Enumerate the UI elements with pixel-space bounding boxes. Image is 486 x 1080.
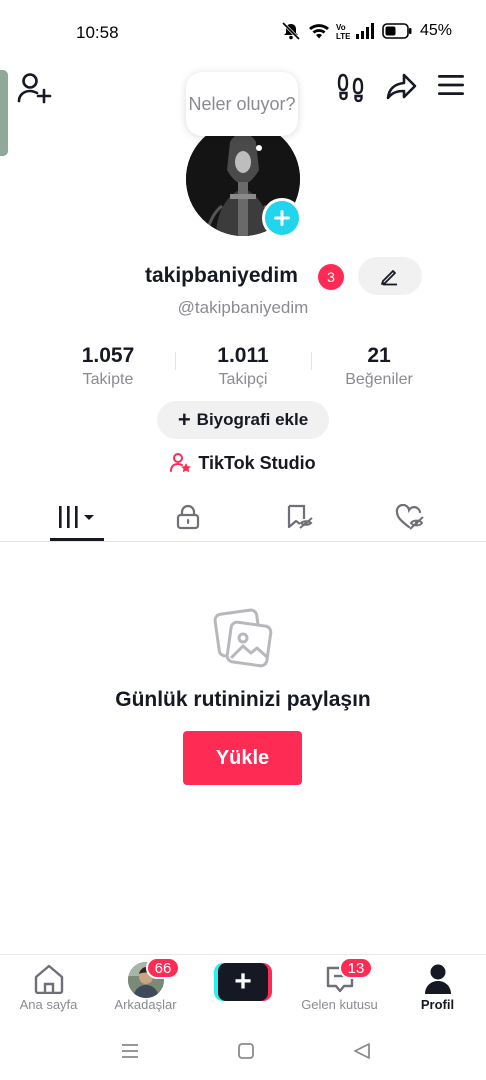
- tab-favorites[interactable]: [259, 494, 339, 540]
- stat-value: 21: [367, 344, 391, 367]
- create-button[interactable]: +: [214, 963, 272, 1001]
- note-bubble-text: Neler oluyor?: [188, 94, 296, 114]
- photos-icon: [211, 606, 275, 670]
- stat-label: Takipçi: [218, 371, 268, 388]
- pencil-icon: [381, 270, 397, 286]
- nav-label: Profil: [420, 997, 455, 1012]
- stat-divider: [311, 352, 312, 370]
- tab-videos[interactable]: [38, 494, 118, 540]
- studio-label: TikTok Studio: [198, 452, 316, 473]
- stat-following[interactable]: 1.057 Takipte: [48, 344, 168, 389]
- stat-followers[interactable]: 1.011 Takipçi: [183, 344, 303, 389]
- home-icon: [30, 963, 67, 995]
- battery-icon: [382, 23, 412, 39]
- status-bar: 10:58 Vo LTE 45%: [0, 0, 486, 62]
- add-avatar-button[interactable]: [262, 198, 302, 238]
- stat-divider: [175, 352, 176, 370]
- footprint-icon[interactable]: [333, 70, 369, 104]
- battery-percent: 45%: [419, 22, 452, 39]
- tiktok-studio-link[interactable]: TikTok Studio: [0, 450, 486, 476]
- status-icons: Vo LTE 45%: [280, 22, 452, 40]
- lock-icon: [176, 504, 200, 530]
- svg-text:LTE: LTE: [336, 32, 350, 40]
- svg-text:Vo: Vo: [336, 23, 346, 32]
- stat-value: 1.057: [81, 344, 135, 367]
- nav-profile[interactable]: Profil: [389, 955, 486, 1021]
- notification-badge[interactable]: 3: [318, 264, 344, 290]
- favorites-icon: [287, 504, 313, 529]
- nav-home[interactable]: Ana sayfa: [0, 955, 97, 1021]
- edge-panel-handle[interactable]: [0, 70, 8, 156]
- tab-private[interactable]: [148, 494, 228, 540]
- empty-state-title: Günlük rutininizi paylaşın: [115, 688, 371, 711]
- system-nav: [0, 1020, 486, 1080]
- stat-label: Takipte: [82, 371, 134, 388]
- inbox-badge: 13: [339, 957, 373, 979]
- note-bubble-tail: [256, 145, 262, 151]
- signal-icon: [355, 23, 376, 39]
- liked-icon: [395, 504, 424, 530]
- user-handle: @takipbaniyedim: [177, 298, 309, 317]
- status-time: 10:58: [76, 23, 119, 42]
- studio-icon: [170, 453, 192, 473]
- videos-grid-icon: [59, 506, 94, 528]
- active-tab-indicator: [50, 538, 104, 541]
- profile-tabs: [0, 494, 486, 542]
- username: takipbaniyedim: [145, 264, 298, 287]
- add-bio-label: Biyografi ekle: [196, 410, 309, 429]
- menu-icon[interactable]: [434, 70, 468, 100]
- upload-button[interactable]: Yükle: [183, 731, 302, 785]
- stat-value: 1.011: [217, 344, 269, 367]
- edit-profile-button[interactable]: [358, 257, 422, 295]
- plus-icon: +: [177, 407, 191, 432]
- plus-icon: [274, 210, 290, 226]
- create-plus-icon: +: [218, 963, 268, 1001]
- note-bubble[interactable]: Neler oluyor?: [186, 72, 298, 136]
- back-icon[interactable]: [348, 1040, 376, 1062]
- stat-likes[interactable]: 21 Beğeniler: [319, 344, 439, 389]
- nav-label: Arkadaşlar: [114, 997, 177, 1012]
- add-bio-button[interactable]: + Biyografi ekle: [157, 401, 329, 439]
- stat-label: Beğeniler: [345, 371, 413, 388]
- profile-icon: [419, 963, 456, 995]
- wifi-icon: [308, 22, 330, 40]
- mute-icon: [280, 22, 302, 40]
- recents-icon[interactable]: [116, 1040, 144, 1062]
- volte-icon: Vo LTE: [336, 22, 350, 40]
- tab-liked[interactable]: [370, 494, 450, 540]
- share-icon[interactable]: [384, 69, 420, 103]
- nav-label: Gelen kutusu: [301, 997, 378, 1012]
- add-friend-icon[interactable]: [14, 70, 54, 106]
- home-square-icon[interactable]: [232, 1040, 260, 1062]
- nav-label: Ana sayfa: [19, 997, 78, 1012]
- friends-badge: 66: [146, 957, 180, 979]
